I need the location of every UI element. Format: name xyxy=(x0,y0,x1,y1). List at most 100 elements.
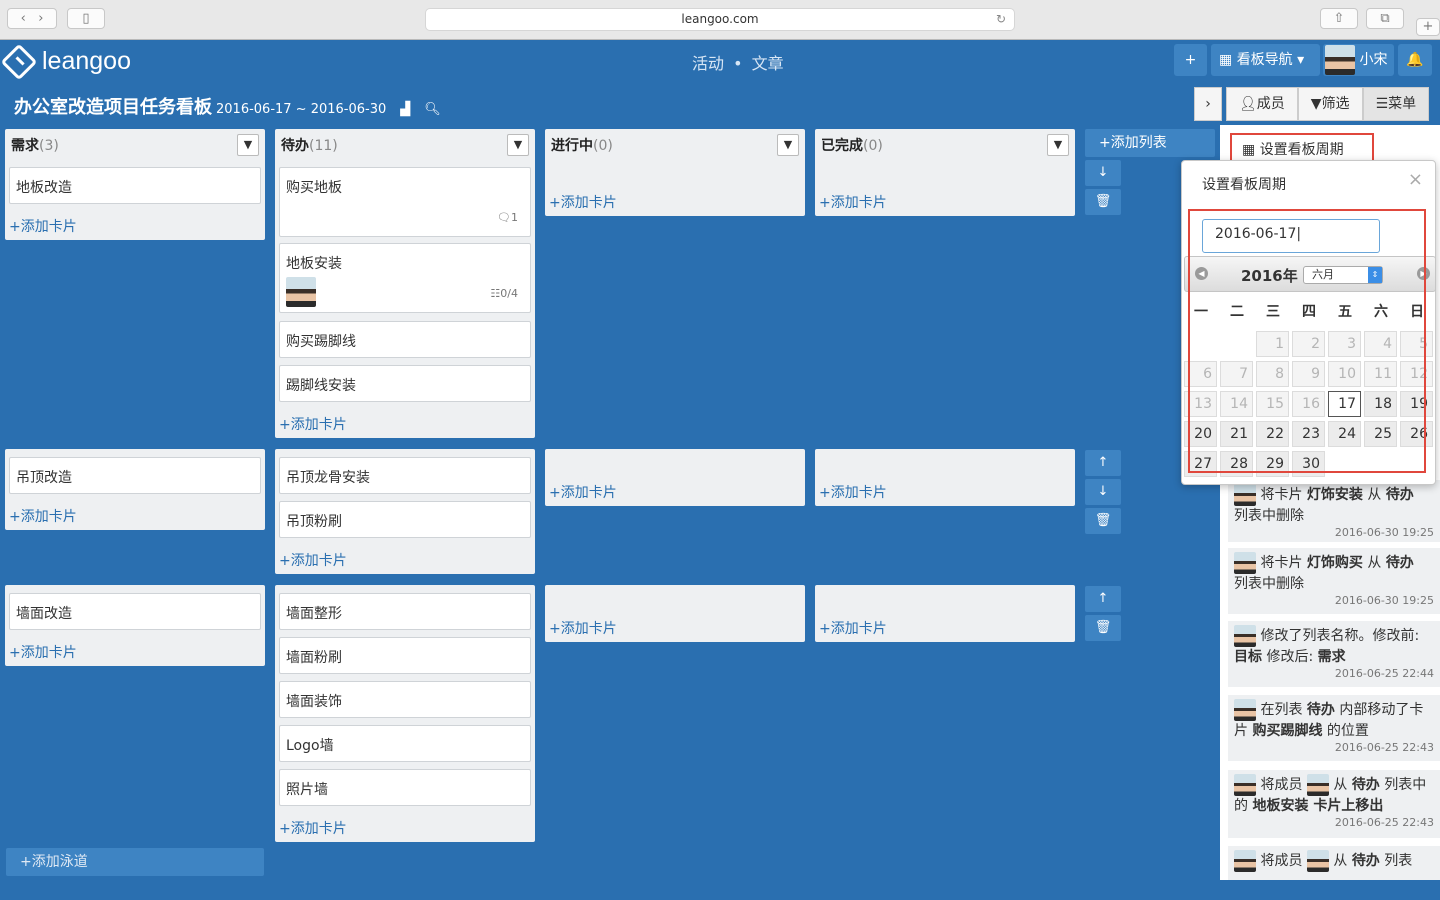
card[interactable]: 墙面改造 xyxy=(9,593,261,630)
add-card-button[interactable]: +添加卡片 xyxy=(549,192,617,212)
avatar xyxy=(1234,552,1256,574)
menu-item-label: 设置看板周期 xyxy=(1259,142,1344,158)
close-icon[interactable]: × xyxy=(1408,169,1423,190)
grid-icon: ▦ xyxy=(1219,52,1233,68)
list-title[interactable]: 待办(11) xyxy=(281,135,338,155)
add-card-button[interactable]: +添加卡片 xyxy=(819,618,887,638)
card[interactable]: 地板改造 xyxy=(9,167,261,204)
avatar xyxy=(1306,850,1329,872)
list-title[interactable]: 需求(3) xyxy=(11,135,59,155)
comment-count: 🗨︎1 xyxy=(497,211,518,224)
add-lane-button[interactable]: +添加泳道 xyxy=(6,848,264,876)
board-title-bar: 办公室改造项目任务看板 2016-06-17 ~ 2016-06-30 ▟ 🔍︎ xyxy=(14,93,441,119)
card[interactable]: 踢脚线安装 xyxy=(279,365,531,402)
back-forward-buttons[interactable]: ‹ › xyxy=(7,8,57,29)
board-toolbar: › 👤︎成员 ▼筛选 ☰菜单 xyxy=(1194,87,1430,121)
collapse-panel-button[interactable]: › xyxy=(1194,87,1222,121)
list-title[interactable]: 进行中(0) xyxy=(551,135,613,155)
add-card-button[interactable]: +添加卡片 xyxy=(9,216,77,236)
card[interactable]: 墙面装饰 xyxy=(279,681,531,718)
chevron-down-icon[interactable]: ▼ xyxy=(237,134,259,156)
list-in-progress: 进行中(0) ▼ +添加卡片 xyxy=(545,129,805,216)
arrow-down-icon[interactable]: ↓ xyxy=(1085,160,1121,186)
avatar xyxy=(1234,774,1256,796)
card[interactable]: 购买地板 🗨︎1 xyxy=(279,167,531,237)
user-menu[interactable]: 小宋 xyxy=(1323,44,1394,76)
sidebar-toggle-icon[interactable]: ▯ xyxy=(67,8,105,29)
list-done: +添加卡片 xyxy=(815,449,1075,506)
chevron-down-icon[interactable]: ▼ xyxy=(777,134,799,156)
tabs-icon[interactable]: ⧉ xyxy=(1366,8,1404,29)
chevron-down-icon[interactable]: ▼ xyxy=(507,134,529,156)
avatar xyxy=(286,277,316,307)
avatar xyxy=(1306,774,1329,796)
board-nav-label: 看板导航 xyxy=(1236,52,1293,68)
highlight-box xyxy=(1188,209,1426,473)
list-requirements: 墙面改造 +添加卡片 xyxy=(5,585,265,666)
board-nav-button[interactable]: ▦ 看板导航 ▾ xyxy=(1211,44,1320,76)
filter-button[interactable]: ▼筛选 xyxy=(1297,87,1363,121)
arrow-down-icon[interactable]: ↓ xyxy=(1085,479,1121,505)
list-todo: 墙面整形 墙面粉刷 墙面装饰 Logo墙 照片墙 +添加卡片 xyxy=(275,585,535,842)
add-card-button[interactable]: +添加卡片 xyxy=(9,642,77,662)
chevron-down-icon[interactable]: ▼ xyxy=(1047,134,1069,156)
trash-icon[interactable]: 🗑︎ xyxy=(1085,508,1121,534)
card[interactable]: Logo墙 xyxy=(279,725,531,762)
add-card-button[interactable]: +添加卡片 xyxy=(279,550,347,570)
top-nav: 活动 • 文章 xyxy=(690,50,786,74)
address-bar[interactable]: leangoo.com ↻ xyxy=(425,8,1015,31)
menu-button[interactable]: ☰菜单 xyxy=(1362,87,1430,121)
card[interactable]: 吊顶龙骨安装 xyxy=(279,457,531,494)
add-card-button[interactable]: +添加卡片 xyxy=(819,192,887,212)
board-dates: 2016-06-17 ~ 2016-06-30 xyxy=(216,102,387,117)
add-button[interactable]: + xyxy=(1174,44,1207,76)
add-card-button[interactable]: +添加卡片 xyxy=(549,618,617,638)
add-card-button[interactable]: +添加卡片 xyxy=(819,482,887,502)
avatar xyxy=(1234,699,1256,721)
list-done: 已完成(0) ▼ +添加卡片 xyxy=(815,129,1075,216)
logo[interactable]: leangoo xyxy=(0,43,131,80)
members-label: 成员 xyxy=(1256,96,1285,112)
activity-item: 将成员 从 待办 列表中的 地板安装 卡片上移出 2016-06-25 22:43 xyxy=(1228,770,1440,838)
activity-item: 修改了列表名称。修改前: 目标 修改后: 需求 2016-06-25 22:44 xyxy=(1228,621,1440,687)
trash-icon[interactable]: 🗑︎ xyxy=(1085,615,1121,641)
card[interactable]: 照片墙 xyxy=(279,769,531,806)
add-card-button[interactable]: +添加卡片 xyxy=(549,482,617,502)
card[interactable]: 吊顶粉刷 xyxy=(279,501,531,538)
bell-icon[interactable]: 🔔 xyxy=(1398,44,1432,76)
arrow-up-icon[interactable]: ↑ xyxy=(1085,586,1121,612)
avatar xyxy=(1234,625,1256,647)
checklist-count: ☷0/4 xyxy=(490,287,518,300)
card[interactable]: 地板安装 ☷0/4 xyxy=(279,243,531,313)
add-card-button[interactable]: +添加卡片 xyxy=(279,414,347,434)
search-icon[interactable]: 🔍︎ xyxy=(424,102,441,117)
reload-icon[interactable]: ↻ xyxy=(996,9,1006,30)
list-title[interactable]: 已完成(0) xyxy=(821,135,883,155)
card[interactable]: 墙面粉刷 xyxy=(279,637,531,674)
list-todo: 吊顶龙骨安装 吊顶粉刷 +添加卡片 xyxy=(275,449,535,574)
members-button[interactable]: 👤︎成员 xyxy=(1226,87,1298,121)
chart-icon[interactable]: ▟ xyxy=(400,102,410,117)
add-card-button[interactable]: +添加卡片 xyxy=(9,506,77,526)
popup-title: 设置看板周期 xyxy=(1202,177,1286,193)
nav-separator: • xyxy=(733,54,743,73)
add-list-button[interactable]: +添加列表 xyxy=(1085,129,1215,157)
card-title: 购买地板 xyxy=(286,180,342,196)
new-tab-icon[interactable]: + xyxy=(1416,18,1440,36)
filter-label: 筛选 xyxy=(1321,96,1350,112)
logo-icon xyxy=(0,43,38,80)
arrow-up-icon[interactable]: ↑ xyxy=(1085,450,1121,476)
share-icon[interactable]: ⇧ xyxy=(1320,8,1358,29)
app-header: leangoo 活动 • 文章 + ▦ 看板导航 ▾ 小宋 🔔 xyxy=(0,40,1440,83)
nav-activity[interactable]: 活动 xyxy=(692,54,724,73)
url-text: leangoo.com xyxy=(681,12,759,26)
card[interactable]: 购买踢脚线 xyxy=(279,321,531,358)
nav-articles[interactable]: 文章 xyxy=(752,54,784,73)
trash-icon[interactable]: 🗑︎ xyxy=(1085,189,1121,215)
card[interactable]: 墙面整形 xyxy=(279,593,531,630)
list-in-progress: +添加卡片 xyxy=(545,585,805,642)
activity-item: 在列表 待办 内部移动了卡片 购买踢脚线 的位置 2016-06-25 22:43 xyxy=(1228,695,1440,761)
add-card-button[interactable]: +添加卡片 xyxy=(279,818,347,838)
avatar xyxy=(1325,45,1355,75)
card[interactable]: 吊顶改造 xyxy=(9,457,261,494)
